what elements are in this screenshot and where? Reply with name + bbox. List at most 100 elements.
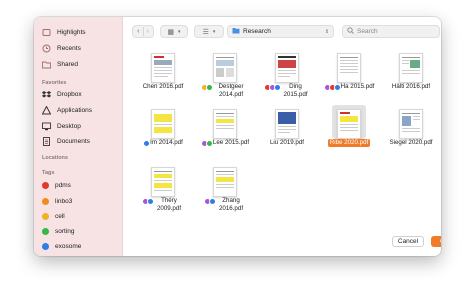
favorites-section-title: Favorites — [42, 80, 67, 86]
tag-dot-icon — [42, 182, 49, 189]
sidebar-tag-linbo3[interactable]: linbo3 — [42, 196, 72, 207]
sidebar-item-dropbox[interactable]: Dropbox — [42, 89, 82, 100]
pdf-thumbnail — [213, 109, 237, 139]
sidebar-tag-label: cell — [55, 213, 65, 220]
clock-icon — [42, 44, 51, 53]
sidebar-item-label: Recents — [57, 45, 81, 52]
shared-folder-icon — [42, 60, 51, 69]
sidebar-item-label: Shared — [57, 61, 78, 68]
cancel-button[interactable]: Cancel — [392, 236, 424, 247]
open-file-dialog: Highlights Recents Shared Favorites Drop… — [34, 17, 441, 256]
sidebar-item-applications[interactable]: Applications — [42, 105, 92, 116]
sidebar-item-desktop[interactable]: Desktop — [42, 121, 81, 132]
sidebar: Highlights Recents Shared Favorites Drop… — [34, 17, 123, 256]
file-item[interactable]: Théry 2009.pdf — [132, 163, 194, 219]
sidebar-item-recents[interactable]: Recents — [42, 43, 81, 54]
file-item[interactable]: Destgeer 2014.pdf — [194, 45, 256, 99]
sidebar-tag-label: pdms — [55, 182, 71, 189]
icon-view-button[interactable]: ▦ ▾ — [160, 25, 188, 38]
folder-icon — [232, 27, 240, 36]
open-button[interactable]: Open — [431, 236, 441, 247]
path-label: Research — [243, 28, 271, 35]
pdf-thumbnail — [151, 167, 175, 197]
desktop-icon — [42, 122, 51, 131]
sidebar-item-label: Documents — [57, 138, 90, 145]
file-name: Hälti 2016.pdf — [391, 83, 431, 90]
locations-section-title: Locations — [42, 155, 68, 161]
list-view-icon: ☰ — [202, 28, 209, 36]
sidebar-tag-cell[interactable]: cell — [42, 211, 65, 222]
toolbar: ‹ › ▦ ▾ ☰ ▾ Research ⇕ Search — [122, 17, 441, 45]
search-icon — [347, 27, 354, 36]
chevron-down-icon: ▾ — [178, 28, 181, 35]
file-item[interactable]: Liu 2019.pdf — [256, 103, 318, 157]
highlights-icon — [42, 28, 51, 37]
file-item[interactable]: Hälti 2016.pdf — [380, 45, 441, 99]
file-item[interactable]: Ribe 2020.pdf — [318, 103, 380, 157]
sidebar-tag-label: exosome — [55, 243, 82, 250]
sidebar-tag-pdms[interactable]: pdms — [42, 180, 71, 191]
dialog-footer: Cancel Open — [122, 223, 441, 256]
dropbox-icon — [42, 90, 51, 99]
sidebar-tag-label: sorting — [55, 228, 75, 235]
tag-dot-icon — [42, 213, 49, 220]
sidebar-tag-exosome[interactable]: exosome — [42, 241, 81, 252]
search-placeholder: Search — [357, 28, 378, 35]
sidebar-item-documents[interactable]: Documents — [42, 136, 90, 147]
file-item[interactable]: Lee 2015.pdf — [194, 103, 256, 157]
tag-dots — [142, 198, 154, 205]
file-name: Chen 2016.pdf — [142, 83, 184, 90]
pdf-thumbnail — [337, 53, 361, 83]
sidebar-item-highlights[interactable]: Highlights — [42, 27, 86, 38]
tag-dots — [263, 84, 281, 91]
pdf-thumbnail — [213, 167, 237, 197]
sidebar-item-label: Highlights — [57, 29, 86, 36]
file-item[interactable]: Siegel 2020.pdf — [380, 103, 441, 157]
sidebar-tag-sorting[interactable]: sorting — [42, 226, 75, 237]
file-item[interactable]: Zhang 2016.pdf — [194, 163, 256, 219]
search-input[interactable]: Search — [342, 25, 440, 38]
pdf-thumbnail — [213, 53, 237, 83]
pdf-thumbnail — [151, 53, 175, 83]
tag-dots — [200, 140, 213, 147]
back-forward-control: ‹ › — [132, 25, 154, 38]
file-name: Liu 2019.pdf — [269, 139, 305, 146]
file-item[interactable]: Im 2014.pdf — [132, 103, 194, 157]
file-name: Im 2014.pdf — [150, 139, 183, 146]
file-name: Lee 2015.pdf — [212, 139, 250, 146]
pdf-thumbnail — [151, 109, 175, 139]
back-button[interactable]: ‹ — [134, 28, 142, 35]
pdf-thumbnail — [275, 109, 299, 139]
tag-dot-icon — [42, 243, 49, 250]
tag-dots — [204, 198, 216, 205]
file-item[interactable]: Ha 2015.pdf — [318, 45, 380, 99]
file-name-selected: Ribe 2020.pdf — [327, 139, 371, 147]
tag-dot-icon — [42, 228, 49, 235]
chevron-updown-icon: ⇕ — [324, 28, 329, 35]
file-item[interactable]: Chen 2016.pdf — [132, 45, 194, 99]
documents-icon — [42, 137, 51, 146]
sidebar-item-label: Applications — [57, 107, 93, 114]
applications-icon — [42, 106, 51, 115]
pdf-thumbnail — [399, 109, 423, 139]
tags-section-title: Tags — [42, 170, 55, 176]
tag-dots — [201, 84, 213, 91]
file-name: Ha 2015.pdf — [340, 83, 375, 90]
pdf-thumbnail — [399, 53, 423, 83]
sidebar-item-label: Desktop — [57, 123, 81, 130]
file-name: Destgeer 2014.pdf — [218, 83, 244, 98]
file-item[interactable]: Ding 2015.pdf — [256, 45, 318, 99]
sidebar-item-shared[interactable]: Shared — [42, 59, 78, 70]
pdf-thumbnail — [275, 53, 299, 83]
file-name: Zhang 2016.pdf — [218, 197, 244, 212]
file-grid: Chen 2016.pdf Destgeer 2014.pdf Ding 201… — [122, 45, 441, 223]
forward-button[interactable]: › — [144, 28, 152, 35]
file-name: Ding 2015.pdf — [283, 83, 308, 98]
pdf-thumbnail — [337, 109, 361, 139]
sidebar-tag-label: linbo3 — [55, 198, 73, 205]
view-options-button[interactable]: ☰ ▾ — [194, 25, 224, 38]
path-popup[interactable]: Research ⇕ — [227, 25, 334, 38]
sidebar-item-label: Dropbox — [57, 91, 82, 98]
file-name: Siegel 2020.pdf — [389, 139, 433, 146]
tag-dots — [143, 140, 151, 147]
